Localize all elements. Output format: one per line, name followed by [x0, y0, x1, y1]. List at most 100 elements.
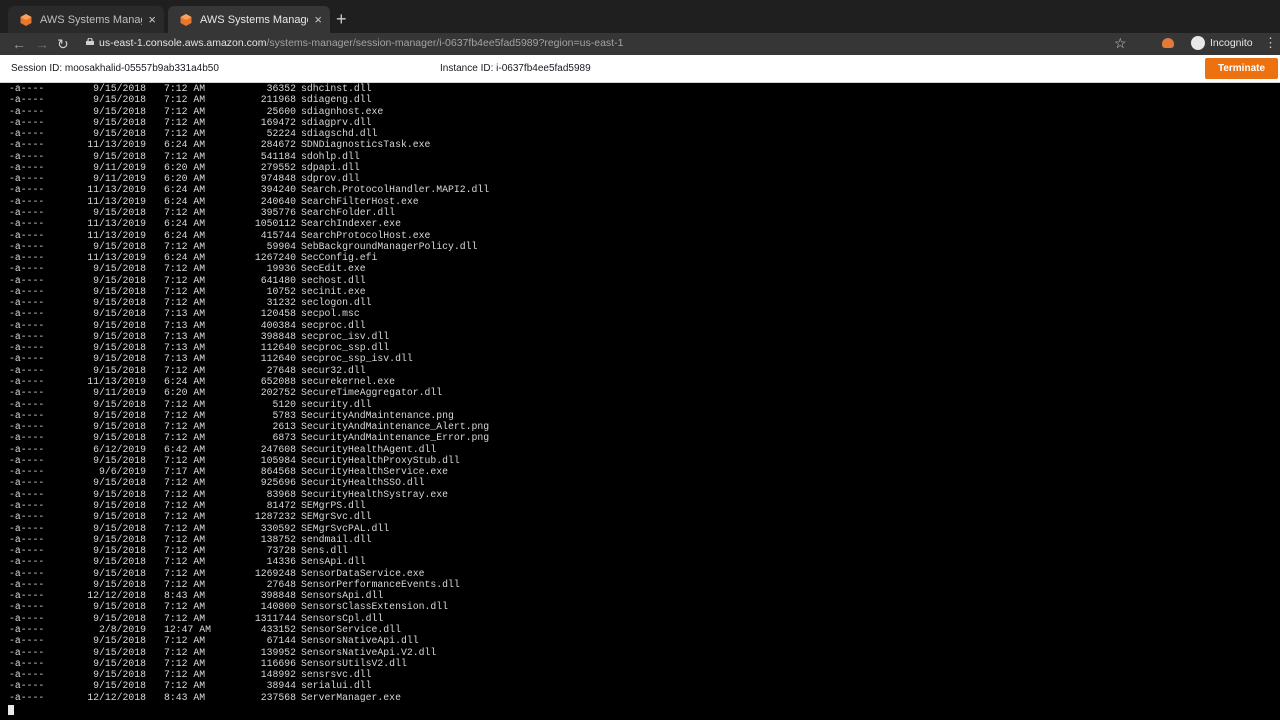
file-time: 6:24 AM	[164, 252, 206, 264]
file-size: 1267240	[254, 252, 296, 264]
file-name: sdiagschd.dll	[301, 128, 378, 140]
file-date: 9/15/2018	[93, 669, 146, 681]
file-time: 7:12 AM	[164, 398, 206, 410]
file-time: 7:12 AM	[164, 297, 206, 309]
browser-tab[interactable]: AWS Systems Manager - Sessi ×	[8, 6, 164, 33]
file-size: 148992	[260, 669, 296, 681]
file-size: 6873	[272, 432, 296, 444]
file-name: Search.ProtocolHandler.MAPI2.dll	[301, 184, 490, 196]
file-time: 7:13 AM	[164, 353, 206, 365]
file-date: 9/15/2018	[93, 285, 146, 297]
file-mode: -a----	[9, 578, 45, 590]
forward-arrow-icon[interactable]: →	[35, 36, 49, 52]
file-mode: -a----	[9, 466, 45, 478]
terminal-line: -a---- 9/15/2018 7:12 AM 138752 sendmail.dll	[0, 534, 700, 545]
file-size: 211968	[260, 94, 296, 106]
aws-favicon-icon	[20, 13, 32, 26]
terminal-line: -a---- 9/15/2018 7:12 AM 25600 sdiagnhost.ex…	[0, 106, 700, 117]
browser-menu-icon[interactable]: ⋮	[1264, 35, 1277, 51]
terminal-line: -a---- 9/15/2018 7:12 AM 330592 SEMgrSvcPAL.…	[0, 523, 700, 534]
close-tab-icon[interactable]: ×	[314, 12, 322, 27]
file-name: SensApi.dll	[301, 556, 366, 568]
file-size: 5783	[272, 409, 296, 421]
file-date: 11/13/2019	[87, 218, 146, 230]
file-mode: -a----	[9, 477, 45, 489]
file-name: ServerManager.exe	[301, 691, 401, 703]
file-date: 9/11/2019	[93, 387, 146, 399]
bookmark-star-icon[interactable]: ☆	[1114, 35, 1127, 52]
file-name: SEMgrPS.dll	[301, 499, 366, 511]
file-date: 9/15/2018	[93, 83, 146, 94]
file-date: 9/15/2018	[93, 646, 146, 658]
file-name: SensorsCpl.dll	[301, 612, 384, 624]
file-date: 9/15/2018	[93, 297, 146, 309]
file-time: 12:47 AM	[164, 623, 212, 635]
file-date: 9/15/2018	[93, 567, 146, 579]
reload-icon[interactable]: ↻	[57, 36, 69, 52]
file-date: 9/15/2018	[93, 330, 146, 342]
file-date: 12/12/2018	[87, 691, 146, 703]
file-time: 7:12 AM	[164, 83, 206, 94]
file-size: 38944	[266, 680, 296, 692]
terminal-line: -a---- 9/15/2018 7:12 AM 59904 SebBackground…	[0, 241, 700, 252]
file-mode: -a----	[9, 139, 45, 151]
new-tab-button[interactable]: +	[336, 9, 347, 29]
file-name: SearchFilterHost.exe	[301, 195, 419, 207]
terminal-line: -a---- 11/13/2019 6:24 AM 394240 Search.Prot…	[0, 184, 700, 195]
file-size: 140800	[260, 601, 296, 613]
file-time: 7:12 AM	[164, 105, 206, 117]
terminal-line: -a---- 9/11/2019 6:20 AM 974848 sdprov.dll	[0, 173, 700, 184]
file-mode: -a----	[9, 206, 45, 218]
file-date: 9/15/2018	[93, 556, 146, 568]
file-date: 9/15/2018	[93, 308, 146, 320]
file-size: 398848	[260, 330, 296, 342]
terminal-output[interactable]: -a---- 9/15/2018 7:12 AM 36352 sdhcinst.dll -…	[0, 83, 1280, 720]
file-date: 11/13/2019	[87, 139, 146, 151]
file-name: SensorsNativeApi.V2.dll	[301, 646, 437, 658]
file-time: 6:24 AM	[164, 139, 206, 151]
address-bar[interactable]: us-east-1.console.aws.amazon.com/systems…	[99, 37, 623, 49]
file-size: 330592	[260, 522, 296, 534]
file-date: 9/15/2018	[93, 635, 146, 647]
file-mode: -a----	[9, 94, 45, 106]
terminal-line: -a---- 9/11/2019 6:20 AM 202752 SecureTimeAg…	[0, 387, 700, 398]
file-size: 81472	[266, 499, 296, 511]
terminal-line: -a---- 9/15/2018 7:12 AM 395776 SearchFolder…	[0, 207, 700, 218]
file-name: SearchFolder.dll	[301, 206, 396, 218]
terminal-line: -a---- 9/15/2018 7:13 AM 120458 secpol.msc	[0, 308, 700, 319]
file-time: 7:12 AM	[164, 116, 206, 128]
file-size: 247608	[260, 443, 296, 455]
file-mode: -a----	[9, 387, 45, 399]
file-date: 9/15/2018	[93, 488, 146, 500]
file-name: sensrsvc.dll	[301, 669, 372, 681]
file-time: 6:20 AM	[164, 387, 206, 399]
file-date: 9/15/2018	[93, 601, 146, 613]
back-arrow-icon[interactable]: ←	[12, 36, 26, 52]
file-date: 9/15/2018	[93, 533, 146, 545]
file-time: 7:12 AM	[164, 454, 206, 466]
file-size: 116696	[260, 657, 296, 669]
file-date: 9/15/2018	[93, 128, 146, 140]
incognito-icon[interactable]	[1191, 36, 1205, 50]
file-name: secproc_isv.dll	[301, 330, 390, 342]
file-size: 433152	[260, 623, 296, 635]
file-date: 9/15/2018	[93, 240, 146, 252]
file-time: 7:12 AM	[164, 578, 206, 590]
file-date: 11/13/2019	[87, 184, 146, 196]
file-name: SensorsNativeApi.dll	[301, 635, 419, 647]
close-tab-icon[interactable]: ×	[148, 12, 156, 27]
terminate-button[interactable]: Terminate	[1205, 58, 1278, 79]
file-date: 9/15/2018	[93, 353, 146, 365]
lock-icon[interactable]	[86, 38, 94, 45]
file-time: 7:17 AM	[164, 466, 206, 478]
extension-icon[interactable]	[1162, 38, 1174, 48]
file-name: sendmail.dll	[301, 533, 372, 545]
browser-tab-active[interactable]: AWS Systems Manager - Sessi ×	[168, 6, 330, 33]
file-name: secproc.dll	[301, 319, 366, 331]
file-time: 7:12 AM	[164, 556, 206, 568]
file-mode: -a----	[9, 116, 45, 128]
file-time: 7:13 AM	[164, 330, 206, 342]
file-time: 7:12 AM	[164, 206, 206, 218]
file-mode: -a----	[9, 612, 45, 624]
file-name: sdohlp.dll	[301, 150, 360, 162]
